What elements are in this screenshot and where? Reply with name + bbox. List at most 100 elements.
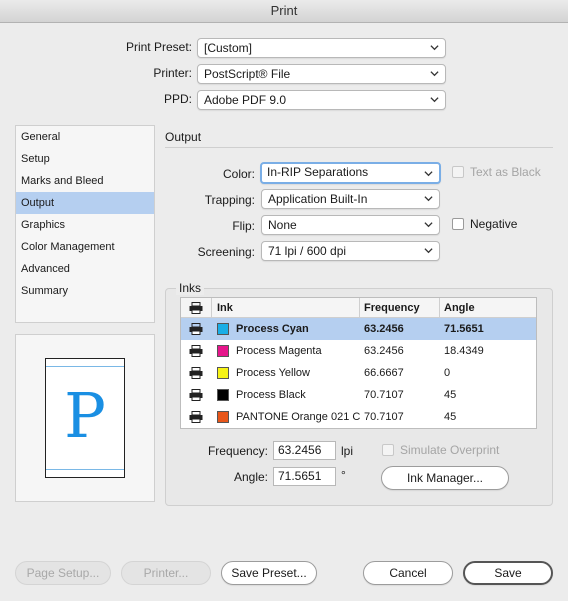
- category-graphics[interactable]: Graphics: [16, 214, 154, 236]
- trapping-select[interactable]: Application Built-In: [261, 189, 440, 209]
- frequency-column-header[interactable]: Frequency: [359, 298, 439, 318]
- page-setup-button[interactable]: Page Setup...: [15, 561, 111, 585]
- ink-frequency: 70.7107: [364, 411, 404, 423]
- screening-value: 71 lpi / 600 dpi: [268, 244, 347, 258]
- flip-select[interactable]: None: [261, 215, 440, 235]
- chevron-down-icon: [430, 97, 439, 103]
- ink-frequency: 66.6667: [364, 367, 404, 379]
- chevron-down-icon: [424, 222, 433, 228]
- ink-angle: 18.4349: [444, 345, 484, 357]
- inks-section-title: Inks: [176, 281, 205, 295]
- ink-row[interactable]: Process Magenta 63.2456 18.4349: [181, 340, 536, 362]
- print-preset-label: Print Preset:: [125, 40, 192, 54]
- ink-swatch: [217, 411, 229, 423]
- ink-frequency-unit: lpi: [341, 444, 354, 458]
- trapping-value: Application Built-In: [268, 192, 368, 206]
- ink-row[interactable]: Process Black 70.7107 45: [181, 384, 536, 406]
- chevron-down-icon: [424, 248, 433, 254]
- ink-swatch: [217, 323, 229, 335]
- printer-value: PostScript® File: [204, 67, 291, 81]
- print-ink-icon[interactable]: [189, 345, 203, 357]
- text-as-black-label: Text as Black: [470, 165, 541, 179]
- window-title: Print: [0, 0, 568, 23]
- preview-glyph: P: [64, 379, 106, 452]
- ink-angle-unit: °: [341, 468, 346, 482]
- ink-row[interactable]: Process Yellow 66.6667 0: [181, 362, 536, 384]
- trapping-label: Trapping:: [204, 193, 255, 207]
- ink-angle: 0: [444, 367, 451, 379]
- screening-select[interactable]: 71 lpi / 600 dpi: [261, 241, 440, 261]
- color-label: Color:: [222, 167, 255, 181]
- save-preset-button[interactable]: Save Preset...: [221, 561, 317, 585]
- ink-name: Process Magenta: [236, 345, 322, 357]
- ink-frequency-field[interactable]: 63.2456: [273, 441, 336, 460]
- ink-manager-button[interactable]: Ink Manager...: [381, 466, 509, 490]
- ink-column-header[interactable]: Ink: [211, 298, 359, 318]
- category-color-management[interactable]: Color Management: [16, 236, 154, 258]
- ink-name: Process Yellow: [236, 367, 310, 379]
- ink-name: Process Black: [236, 389, 306, 401]
- ink-row[interactable]: PANTONE Orange 021 C 70.7107 45: [181, 406, 536, 428]
- angle-column-header[interactable]: Angle: [439, 298, 536, 318]
- ink-swatch: [217, 367, 229, 379]
- ink-swatch: [217, 345, 229, 357]
- simulate-overprint-checkbox[interactable]: [382, 444, 394, 456]
- color-select[interactable]: In-RIP Separations: [260, 162, 441, 184]
- category-output[interactable]: Output: [16, 192, 154, 214]
- printer-icon: [189, 302, 203, 314]
- text-as-black-checkbox[interactable]: [452, 166, 464, 178]
- section-divider: [165, 147, 553, 148]
- ink-angle: 45: [444, 411, 457, 423]
- category-advanced[interactable]: Advanced: [16, 258, 154, 280]
- ink-frequency-label: Frequency:: [207, 444, 268, 458]
- ppd-value: Adobe PDF 9.0: [204, 93, 287, 107]
- color-value: In-RIP Separations: [267, 165, 369, 179]
- output-section-title: Output: [165, 130, 202, 144]
- preview-page: P: [45, 358, 125, 478]
- ink-name: Process Cyan: [236, 323, 309, 335]
- print-preset-select[interactable]: [Custom]: [197, 38, 446, 58]
- print-preset-value: [Custom]: [204, 41, 253, 55]
- ink-row[interactable]: Process Cyan 63.2456 71.5651: [181, 318, 536, 340]
- cancel-button[interactable]: Cancel: [363, 561, 453, 585]
- chevron-down-icon: [430, 71, 439, 77]
- print-ink-icon[interactable]: [189, 411, 203, 423]
- chevron-down-icon: [424, 196, 433, 202]
- ink-frequency: 63.2456: [364, 323, 404, 335]
- chevron-down-icon: [424, 171, 433, 177]
- printer-select[interactable]: PostScript® File: [197, 64, 446, 84]
- ink-frequency: 70.7107: [364, 389, 404, 401]
- category-marks-and-bleed[interactable]: Marks and Bleed: [16, 170, 154, 192]
- ink-angle-field[interactable]: 71.5651: [273, 467, 336, 486]
- ink-name: PANTONE Orange 021 C: [236, 411, 361, 423]
- flip-label: Flip:: [232, 219, 255, 233]
- ppd-select[interactable]: Adobe PDF 9.0: [197, 90, 446, 110]
- chevron-down-icon: [430, 45, 439, 51]
- ink-swatch: [217, 389, 229, 401]
- printer-button[interactable]: Printer...: [121, 561, 211, 585]
- screening-label: Screening:: [197, 245, 255, 259]
- ink-frequency: 63.2456: [364, 345, 404, 357]
- ink-angle: 71.5651: [444, 323, 484, 335]
- category-general[interactable]: General: [16, 126, 154, 148]
- inks-table: Ink Frequency Angle Process Cyan 63.2456 7…: [180, 297, 537, 429]
- category-summary[interactable]: Summary: [16, 280, 154, 302]
- preview-margin-guide: [46, 366, 124, 367]
- print-column-header: [181, 298, 211, 318]
- save-button[interactable]: Save: [463, 561, 553, 585]
- category-setup[interactable]: Setup: [16, 148, 154, 170]
- negative-label: Negative: [470, 217, 518, 231]
- simulate-overprint-label: Simulate Overprint: [400, 443, 500, 457]
- printer-label: Printer:: [153, 66, 192, 80]
- ppd-label: PPD:: [163, 92, 192, 106]
- print-ink-icon[interactable]: [189, 323, 203, 335]
- print-ink-icon[interactable]: [189, 367, 203, 379]
- flip-value: None: [268, 218, 297, 232]
- page-preview: P: [15, 334, 155, 502]
- negative-checkbox[interactable]: [452, 218, 464, 230]
- ink-angle-label: Angle:: [233, 470, 268, 484]
- ink-angle: 45: [444, 389, 457, 401]
- category-list: General Setup Marks and Bleed Output Gra…: [15, 125, 155, 323]
- preview-margin-guide: [46, 469, 124, 470]
- print-ink-icon[interactable]: [189, 389, 203, 401]
